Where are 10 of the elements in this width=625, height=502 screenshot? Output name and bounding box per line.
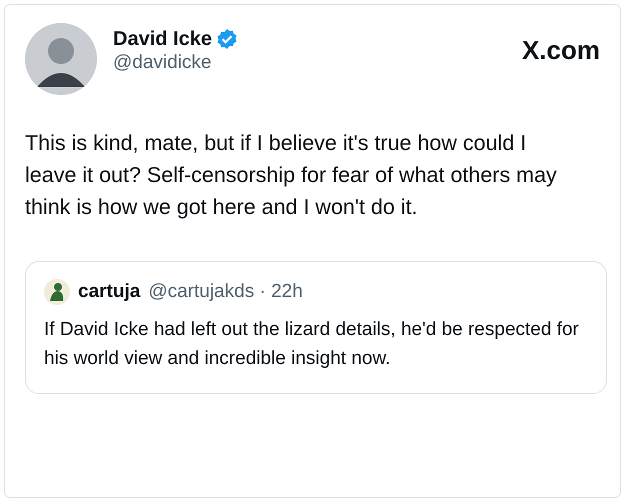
quoted-author-meta: @cartujakds · 22h bbox=[148, 280, 303, 304]
author-name[interactable]: David Icke bbox=[113, 27, 212, 51]
quoted-post-text: If David Icke had left out the lizard details, he'd be respected for his world view and incredible insight now. bbox=[44, 318, 580, 370]
site-name: X.com bbox=[522, 34, 600, 67]
avatar-icon bbox=[44, 279, 70, 306]
quoted-author-name[interactable]: cartuja bbox=[78, 278, 140, 306]
post-text: This is kind, mate, but if I believe it's true how could I leave it out? Self-censorship for fear of what others may think is how we got here and I won't do it. bbox=[25, 130, 558, 221]
avatar-icon[interactable] bbox=[25, 23, 97, 95]
quoted-post-card[interactable]: cartuja @cartujakds · 22h If David Icke had left out the lizard details, he'd be respected for his world view and incredible insight now. bbox=[25, 261, 607, 394]
author-handle[interactable]: @davidicke bbox=[113, 51, 238, 75]
